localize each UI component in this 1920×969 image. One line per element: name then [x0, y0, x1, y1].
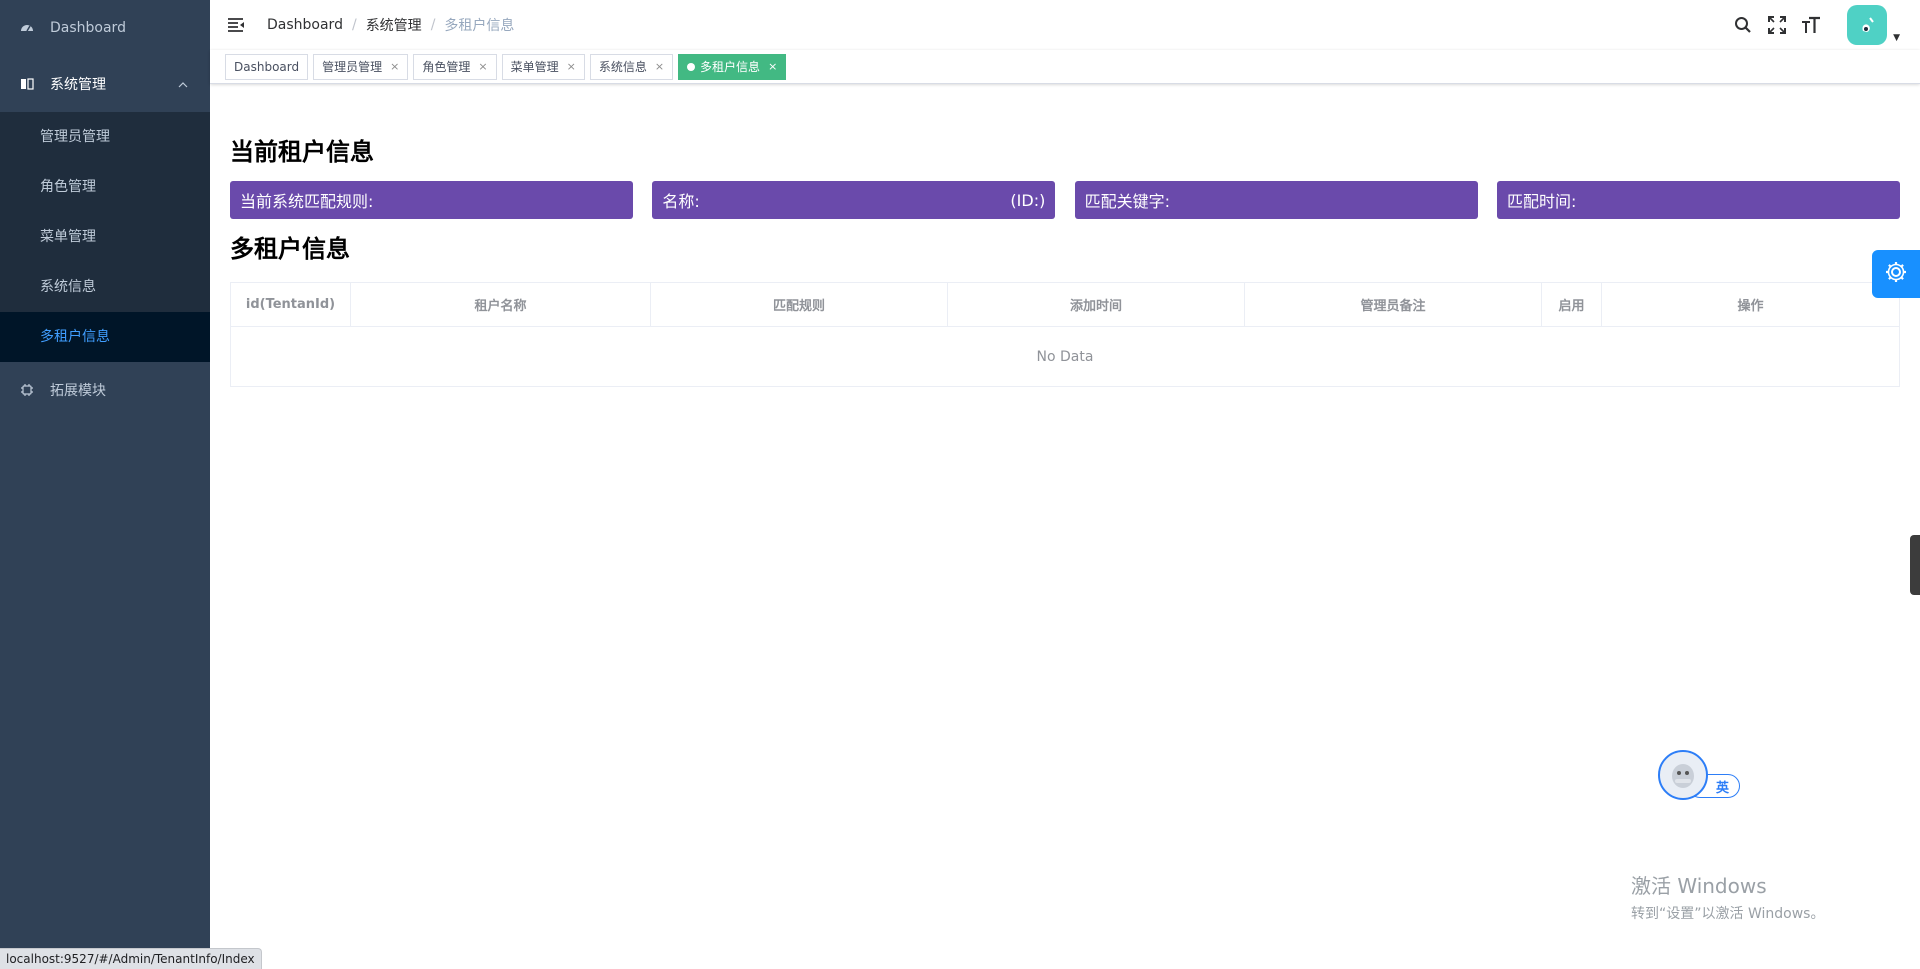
- column-header[interactable]: 操作: [1602, 283, 1899, 326]
- sidebar-item-dashboard[interactable]: Dashboard: [0, 0, 210, 56]
- search-icon[interactable]: [1733, 15, 1753, 35]
- tenant-name-box: 名称: (ID:): [652, 181, 1056, 219]
- breadcrumb-separator: /: [430, 17, 436, 33]
- close-icon[interactable]: ×: [768, 55, 777, 79]
- chip-icon: [20, 383, 34, 397]
- submenu-system: 管理员管理 角色管理 菜单管理 系统信息 多租户信息: [0, 112, 210, 362]
- sidebar-item-label: 系统管理: [50, 77, 106, 93]
- watermark-line-1: 激活 Windows: [1631, 874, 1767, 898]
- breadcrumb-item[interactable]: 系统管理: [366, 15, 422, 35]
- close-icon[interactable]: ×: [655, 55, 664, 79]
- column-header[interactable]: 租户名称: [351, 283, 651, 326]
- tag-admin-manage[interactable]: 管理员管理 ×: [313, 53, 409, 80]
- tag-tenant-info[interactable]: 多租户信息 ×: [678, 53, 787, 80]
- column-header[interactable]: id(TentanId): [231, 283, 351, 326]
- tenant-name-label: 名称:: [662, 192, 700, 211]
- dashboard-icon: [20, 21, 34, 35]
- tag-menu-manage[interactable]: 菜单管理 ×: [501, 53, 585, 80]
- book-icon: [20, 77, 34, 91]
- sidebar-item-extensions[interactable]: 拓展模块: [0, 362, 210, 418]
- settings-gear-button[interactable]: [1872, 250, 1920, 298]
- match-time-label: 匹配时间:: [1506, 192, 1577, 211]
- browser-status-url: localhost:9527/#/Admin/TenantInfo/Index: [0, 948, 262, 969]
- main-area: Dashboard / 系统管理 / 多租户信息 ▼ Dashboard 管理员…: [210, 0, 1920, 969]
- right-menu: ▼: [1733, 0, 1920, 50]
- match-time-box: 匹配时间:: [1496, 181, 1900, 219]
- ime-mascot-icon: [1658, 750, 1708, 800]
- multi-tenant-title: 多租户信息: [230, 235, 350, 263]
- tag-label: 管理员管理: [322, 59, 383, 74]
- close-icon[interactable]: ×: [390, 55, 399, 79]
- tag-system-info[interactable]: 系统信息 ×: [589, 53, 674, 80]
- side-drag-handle[interactable]: [1910, 535, 1920, 595]
- chevron-up-icon: [178, 78, 188, 91]
- sidebar-item-label: 拓展模块: [50, 383, 106, 399]
- sidebar-item-menu-manage[interactable]: 菜单管理: [0, 212, 210, 262]
- close-icon[interactable]: ×: [478, 55, 487, 79]
- tenant-info-row: 当前系统匹配规则: 名称: (ID:) 匹配关键字: 匹配时间:: [230, 181, 1900, 219]
- match-keyword-box: 匹配关键字:: [1074, 181, 1478, 219]
- tag-label: Dashboard: [234, 59, 300, 74]
- font-size-icon[interactable]: [1801, 15, 1821, 35]
- user-avatar-dropdown[interactable]: ▼: [1847, 5, 1900, 45]
- table-header: id(TentanId) 租户名称 匹配规则 添加时间 管理员备注 启用 操作: [231, 283, 1899, 327]
- tag-dashboard[interactable]: Dashboard: [225, 53, 309, 80]
- sidebar-item-system-info[interactable]: 系统信息: [0, 262, 210, 312]
- navbar: Dashboard / 系统管理 / 多租户信息 ▼: [210, 0, 1920, 50]
- breadcrumb-current: 多租户信息: [444, 18, 515, 34]
- tag-role-manage[interactable]: 角色管理 ×: [413, 53, 497, 80]
- match-keyword-label: 匹配关键字:: [1084, 192, 1171, 211]
- hamburger-icon[interactable]: [227, 16, 245, 34]
- gear-icon: [1884, 260, 1908, 288]
- fullscreen-icon[interactable]: [1767, 15, 1787, 35]
- sidebar-item-system[interactable]: 系统管理: [0, 56, 210, 112]
- sidebar-item-tenant-info[interactable]: 多租户信息: [0, 312, 210, 362]
- tenant-table: id(TentanId) 租户名称 匹配规则 添加时间 管理员备注 启用 操作 …: [230, 282, 1900, 387]
- tenant-id-label: (ID:): [1010, 190, 1046, 210]
- sidebar-item-role-manage[interactable]: 角色管理: [0, 162, 210, 212]
- breadcrumb: Dashboard / 系统管理 / 多租户信息: [267, 15, 514, 35]
- tag-label: 多租户信息: [700, 59, 761, 74]
- watermark-line-2: 转到“设置”以激活 Windows。: [1631, 906, 1825, 922]
- ime-indicator[interactable]: 英: [1658, 750, 1740, 800]
- caret-down-icon: ▼: [1893, 33, 1900, 43]
- column-header[interactable]: 匹配规则: [651, 283, 948, 326]
- column-header[interactable]: 启用: [1542, 283, 1602, 326]
- table-empty-text: No Data: [1036, 348, 1094, 365]
- match-rule-box: 当前系统匹配规则:: [230, 181, 633, 219]
- page-content: 当前租户信息 当前系统匹配规则: 名称: (ID:) 匹配关键字: 匹配时间: …: [210, 132, 1920, 387]
- match-rule-label: 当前系统匹配规则:: [240, 192, 374, 211]
- sidebar-item-label: Dashboard: [50, 20, 126, 36]
- active-dot-icon: [687, 62, 696, 71]
- breadcrumb-item[interactable]: Dashboard: [267, 17, 343, 33]
- column-header[interactable]: 添加时间: [948, 283, 1245, 326]
- breadcrumb-separator: /: [351, 17, 357, 33]
- tags-view: Dashboard 管理员管理 × 角色管理 × 菜单管理 × 系统信息 × 多…: [210, 50, 1920, 84]
- sidebar-item-admin-manage[interactable]: 管理员管理: [0, 112, 210, 162]
- tag-label: 菜单管理: [510, 59, 559, 74]
- sidebar: Dashboard 系统管理 管理员管理 角色管理 菜单管理 系统信息 多租户信…: [0, 0, 210, 969]
- close-icon[interactable]: ×: [567, 55, 576, 79]
- tag-label: 系统信息: [598, 59, 647, 74]
- column-header[interactable]: 管理员备注: [1245, 283, 1542, 326]
- avatar: [1847, 5, 1888, 45]
- windows-activation-watermark: 激活 Windows 转到“设置”以激活 Windows。: [1631, 870, 1824, 923]
- tag-label: 角色管理: [422, 59, 471, 74]
- current-tenant-title: 当前租户信息: [230, 138, 374, 166]
